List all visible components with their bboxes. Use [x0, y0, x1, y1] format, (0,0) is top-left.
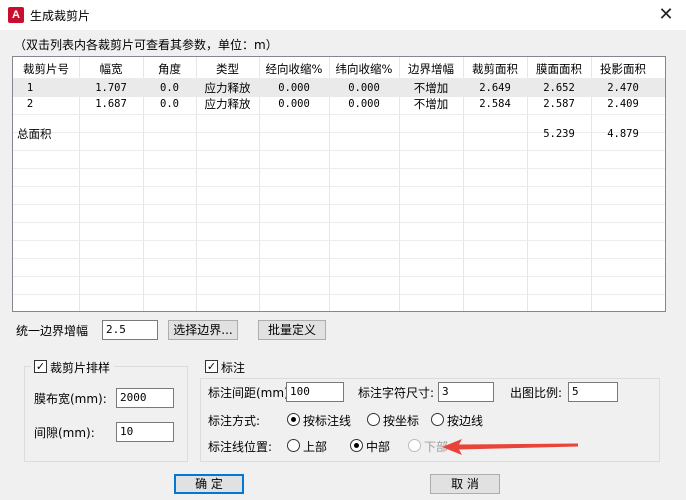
- layout-group-title: 裁剪片排样: [50, 361, 111, 375]
- gap-input[interactable]: 10: [116, 422, 174, 442]
- char-size-input[interactable]: 3: [438, 382, 494, 402]
- radio-by-edge-label[interactable]: 按边线: [447, 412, 483, 429]
- total-row[interactable]: 总面积 5.239 4.879: [13, 125, 665, 143]
- hint-text: （双击列表内各裁剪片可查看其参数，单位：m）: [14, 38, 278, 52]
- boundary-label: 统一边界增幅: [16, 324, 89, 338]
- col-header[interactable]: 投影面积: [591, 60, 655, 78]
- col-header[interactable]: 边界增幅: [399, 60, 463, 78]
- col-header[interactable]: 类型: [196, 60, 259, 78]
- window-title: 生成裁剪片: [30, 9, 91, 23]
- method-label: 标注方式:: [208, 414, 261, 428]
- position-label: 标注线位置:: [208, 440, 273, 454]
- boundary-input[interactable]: 2.5: [102, 320, 158, 340]
- table-cell: 0.0: [160, 98, 179, 110]
- table-cell: 0.000: [278, 98, 310, 110]
- spacing-input[interactable]: 100: [286, 382, 344, 402]
- select-boundary-button[interactable]: 选择边界...: [168, 320, 238, 340]
- radio-by-leader[interactable]: [287, 413, 300, 426]
- cancel-button[interactable]: 取 消: [430, 474, 500, 494]
- gap-label: 间隙(mm):: [34, 426, 95, 440]
- batch-define-button[interactable]: 批量定义: [258, 320, 326, 340]
- cutpiece-list[interactable]: 裁剪片号 幅宽 角度 类型 经向收缩% 纬向收缩% 边界增幅 裁剪面积 膜面面积…: [12, 56, 666, 312]
- width-label: 膜布宽(mm):: [34, 392, 107, 406]
- radio-by-coordinate-label[interactable]: 按坐标: [383, 412, 419, 429]
- total-label: 总面积: [17, 127, 52, 141]
- table-cell: 不增加: [413, 97, 449, 111]
- layout-group-header: ✓ 裁剪片排样: [30, 358, 114, 375]
- radio-by-edge[interactable]: [431, 413, 444, 426]
- close-icon[interactable]: ✕: [646, 0, 686, 30]
- scale-input[interactable]: 5: [568, 382, 618, 402]
- col-header[interactable]: 纬向收缩%: [329, 60, 399, 78]
- radio-top-label[interactable]: 上部: [303, 438, 327, 455]
- annotation-group-title: 标注: [221, 361, 246, 375]
- radio-bottom: [408, 439, 421, 452]
- total-projected-area: 4.879: [607, 128, 639, 140]
- radio-by-coordinate[interactable]: [367, 413, 380, 426]
- col-header[interactable]: 裁剪片号: [15, 60, 77, 78]
- total-membrane-area: 5.239: [543, 128, 575, 140]
- table-cell: 0.000: [348, 98, 380, 110]
- layout-checkbox[interactable]: ✓: [34, 360, 47, 373]
- radio-middle[interactable]: [350, 439, 363, 452]
- table-cell: 1.687: [95, 98, 127, 110]
- table-cell: 2.409: [607, 98, 639, 110]
- red-arrow-icon: [442, 439, 578, 455]
- radio-by-leader-label[interactable]: 按标注线: [303, 412, 351, 429]
- col-header[interactable]: 角度: [143, 60, 196, 78]
- width-input[interactable]: 2000: [116, 388, 174, 408]
- layout-group: [24, 366, 188, 462]
- radio-middle-label[interactable]: 中部: [366, 438, 390, 455]
- radio-top[interactable]: [287, 439, 300, 452]
- app-icon: A: [8, 7, 24, 23]
- col-header[interactable]: 膜面面积: [527, 60, 591, 78]
- table-cell: 应力释放: [204, 97, 251, 111]
- table-cell: 2.584: [479, 98, 511, 110]
- table-cell: 2: [26, 98, 34, 110]
- col-header[interactable]: 经向收缩%: [259, 60, 329, 78]
- col-header[interactable]: 幅宽: [79, 60, 143, 78]
- table-cell: 2.587: [543, 98, 575, 110]
- title-bar: A 生成裁剪片 ✕: [0, 0, 686, 30]
- spacing-label: 标注间距(mm):: [208, 386, 293, 400]
- scale-label: 出图比例:: [510, 386, 563, 400]
- table-row[interactable]: 2 1.687 0.0 应力释放 0.000 0.000 不增加 2.584 2…: [13, 95, 665, 113]
- annotation-group-header: ✓ 标注: [202, 358, 248, 375]
- table-header: 裁剪片号 幅宽 角度 类型 经向收缩% 纬向收缩% 边界增幅 裁剪面积 膜面面积…: [13, 60, 665, 78]
- annotation-checkbox[interactable]: ✓: [205, 360, 218, 373]
- char-size-label: 标注字符尺寸:: [358, 386, 435, 400]
- col-header[interactable]: 裁剪面积: [463, 60, 527, 78]
- ok-button[interactable]: 确 定: [174, 474, 244, 494]
